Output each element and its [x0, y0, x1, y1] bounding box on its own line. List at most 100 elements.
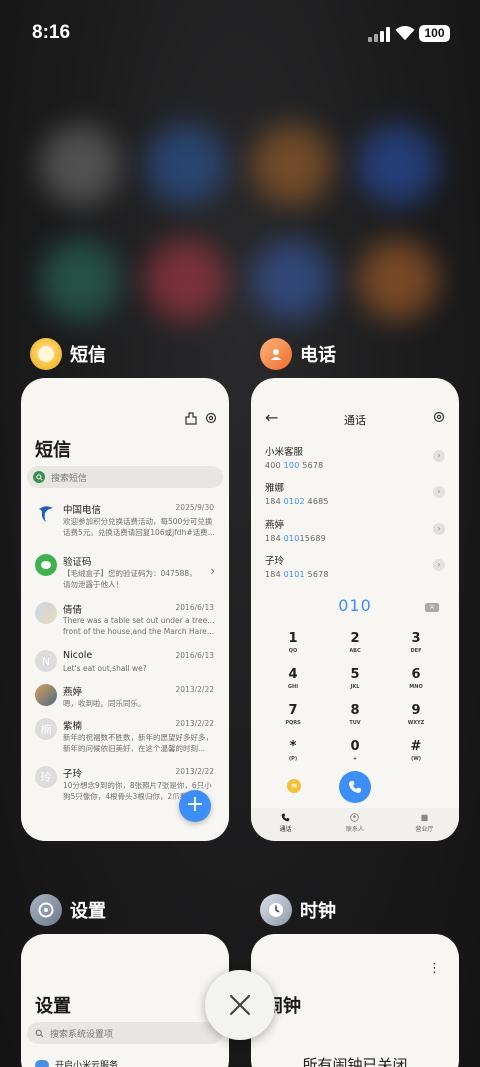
menu-icon[interactable]: ≡	[287, 779, 301, 793]
contact-number: 184 0102 4685	[265, 497, 329, 506]
wallpaper-blur	[252, 240, 332, 320]
message-preview: 嗯，收到啦。同乐同乐。	[63, 699, 146, 708]
recent-card-phone[interactable]: ← 通话 小米客服 400 100 5678 › 雅娜 184 0102 468…	[251, 378, 459, 841]
wifi-icon	[395, 25, 415, 41]
dial-key-1[interactable]: 1 QO	[273, 632, 313, 655]
status-bar: 8:16 100	[0, 0, 480, 68]
dial-key-hash[interactable]: # (W)	[396, 740, 436, 763]
message-preview: 话费5元。兑换话费请回复106或jfdh#话费...	[63, 528, 215, 537]
dial-key-5[interactable]: 5 JKL	[335, 668, 375, 691]
sender-name: 验证码	[63, 557, 92, 568]
contact-row[interactable]: 雅娜 184 0102 4685 ›	[265, 480, 445, 510]
contact-name: 子玲	[265, 556, 285, 567]
wallpaper-blur	[40, 240, 120, 320]
dial-key-2[interactable]: 2 ABC	[335, 632, 375, 655]
contact-name: 小米客服	[265, 447, 304, 458]
app-name-sms: 短信	[70, 345, 106, 366]
page-title: 短信	[35, 440, 71, 461]
new-message-button[interactable]: +	[179, 790, 211, 822]
more-options-icon[interactable]: ⋮	[428, 962, 441, 975]
signal-icon	[368, 26, 390, 42]
settings-item-cloud[interactable]: 开启小米云服务	[35, 1058, 118, 1067]
app-header-clock[interactable]: 时钟	[260, 894, 336, 926]
tab-service-hall[interactable]: 营业厅	[390, 808, 459, 840]
cleanup-icon[interactable]	[185, 412, 197, 425]
message-preview: 新年的问候依旧美好，在这个温馨的时刻...	[63, 744, 206, 753]
search-input[interactable]: 搜索短信	[27, 466, 223, 488]
dial-key-9[interactable]: 9 WXYZ	[396, 704, 436, 727]
chevron-right-icon[interactable]: ›	[433, 559, 445, 571]
dial-key-6[interactable]: 6 MNO	[396, 668, 436, 691]
app-header-sms[interactable]: 短信	[30, 338, 106, 370]
message-preview: 新年的祝福数不胜数，新年的愿望好多好多，	[63, 733, 213, 742]
message-preview: 【毛绒盒子】您的验证码为：047588，	[63, 569, 197, 578]
list-item[interactable]: 楠 紫楠 2013/2/22 新年的祝福数不胜数，新年的愿望好多好多， 新年的问…	[21, 718, 229, 762]
backspace-icon[interactable]: ×	[425, 603, 439, 612]
search-icon	[35, 1029, 44, 1037]
avatar: 玲	[35, 766, 57, 788]
battery-icon: 100	[419, 25, 450, 42]
clear-all-button[interactable]	[205, 970, 275, 1040]
contact-name: 雅娜	[265, 483, 285, 494]
tab-label: 营业厅	[415, 826, 434, 833]
app-name-clock: 时钟	[300, 901, 336, 922]
page-title: 通话	[344, 414, 366, 427]
clock-app-icon	[260, 894, 292, 926]
recent-card-sms[interactable]: 短信 搜索短信 中国电信 2025/9/30 欢迎参加积分兑换话费活动，每500…	[21, 378, 229, 841]
search-input[interactable]: 搜索系统设置项	[27, 1022, 223, 1044]
wallpaper-blur	[146, 240, 226, 320]
chevron-right-icon[interactable]: ›	[433, 450, 445, 462]
list-item[interactable]: 中国电信 2025/9/30 欢迎参加积分兑换话费活动，每500分可兑换 话费5…	[21, 502, 229, 546]
chevron-right-icon: ›	[210, 564, 215, 578]
sender-name: 中国电信	[63, 505, 102, 516]
dial-key-8[interactable]: 8 TUV	[335, 704, 375, 727]
message-date: 2013/2/22	[175, 719, 214, 728]
contact-name: 燕婷	[265, 520, 285, 531]
contact-row[interactable]: 子玲 184 0101 5678 ›	[265, 553, 445, 583]
message-date: 2025/9/30	[175, 503, 214, 512]
dial-key-0[interactable]: 0 +	[335, 740, 375, 763]
app-header-settings[interactable]: 设置	[30, 894, 106, 926]
tab-label: 联系人	[345, 826, 364, 833]
search-placeholder: 搜索系统设置项	[50, 1029, 114, 1040]
message-date: 2016/6/13	[175, 651, 214, 660]
list-item[interactable]: 倩倩 2016/6/13 There was a table set out u…	[21, 602, 229, 646]
dial-key-star[interactable]: * (P)	[273, 740, 313, 763]
close-icon	[229, 994, 251, 1016]
list-item[interactable]: 验证码 【毛绒盒子】您的验证码为：047588， 请勿泄露于他人！ ›	[21, 554, 229, 598]
contact-row[interactable]: 小米客服 400 100 5678 ›	[265, 444, 445, 474]
dial-key-3[interactable]: 3 DEF	[396, 632, 436, 655]
call-button[interactable]	[339, 771, 371, 803]
contact-number: 400 100 5678	[265, 461, 324, 470]
gear-icon[interactable]	[205, 412, 217, 424]
message-date: 2016/6/13	[175, 603, 214, 612]
search-placeholder: 搜索短信	[51, 473, 88, 484]
sms-app-icon	[30, 338, 62, 370]
app-header-phone[interactable]: 电话	[260, 338, 336, 370]
avatar	[35, 684, 57, 706]
message-date: 2013/2/22	[175, 685, 214, 694]
wallpaper-blur	[358, 240, 438, 320]
dial-key-7[interactable]: 7 PQRS	[273, 704, 313, 727]
recent-card-clock[interactable]: ⋮ 闹钟 所有闹钟已关闭	[251, 934, 459, 1067]
dial-key-4[interactable]: 4 GHI	[273, 668, 313, 691]
contact-row[interactable]: 燕婷 184 01015689 ›	[265, 517, 445, 547]
tab-contacts[interactable]: 联系人	[320, 808, 389, 840]
cloud-icon	[35, 1059, 49, 1067]
phone-icon	[349, 781, 361, 793]
phone-app-icon	[260, 338, 292, 370]
message-preview: 请勿泄露于他人！	[63, 580, 123, 589]
chevron-right-icon[interactable]: ›	[433, 523, 445, 535]
recent-card-settings[interactable]: 设置 搜索系统设置项 开启小米云服务	[21, 934, 229, 1067]
gear-icon[interactable]	[433, 411, 445, 423]
search-icon	[33, 471, 45, 483]
chevron-right-icon[interactable]: ›	[433, 486, 445, 498]
wallpaper-blur	[146, 125, 226, 205]
avatar: 楠	[35, 718, 57, 740]
tab-calls[interactable]: 通话	[251, 808, 320, 840]
phone-icon	[281, 813, 290, 822]
avatar	[35, 602, 57, 624]
sender-name: 倩倩	[63, 605, 83, 616]
person-icon	[350, 813, 360, 822]
sender-name: 紫楠	[63, 721, 83, 732]
